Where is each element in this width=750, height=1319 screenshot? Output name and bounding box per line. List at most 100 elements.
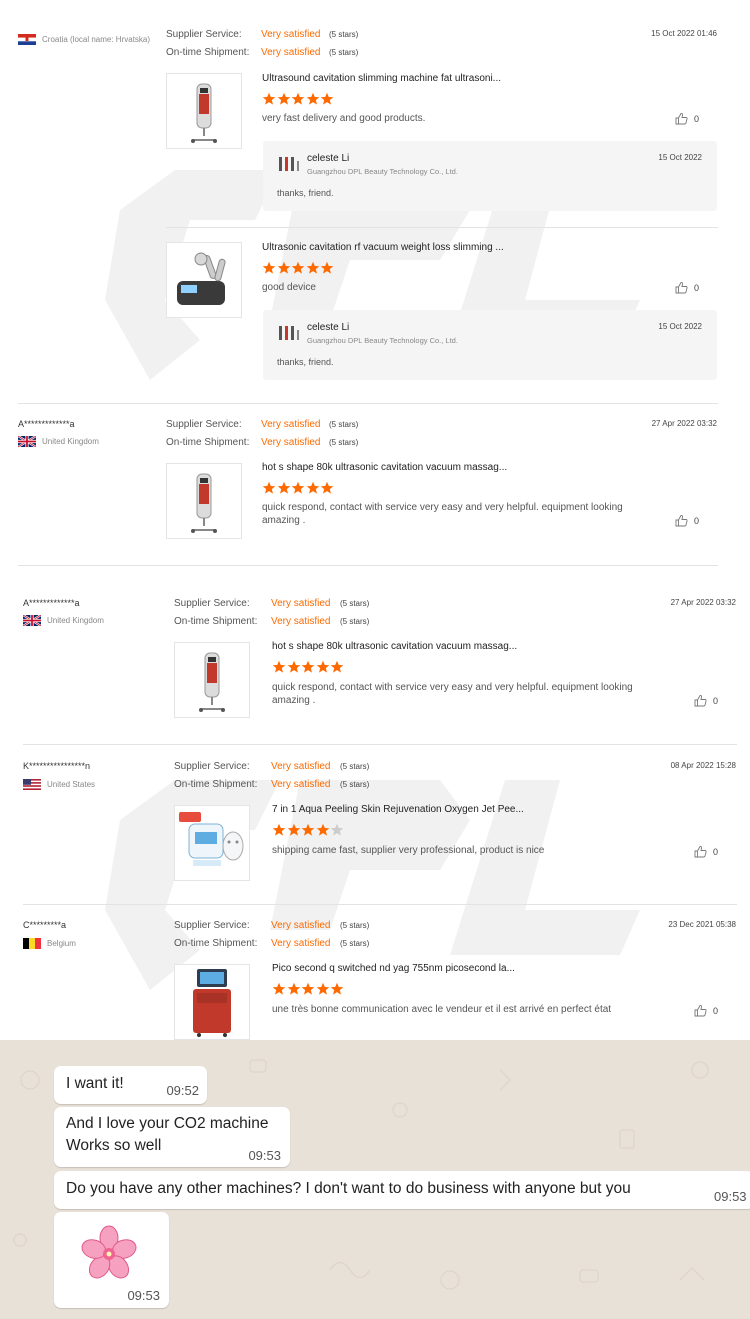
product-title[interactable]: 7 in 1 Aqua Peeling Skin Rejuvenation Ox… bbox=[272, 804, 524, 815]
product-title[interactable]: hot s shape 80k ultrasonic cavitation va… bbox=[262, 462, 507, 473]
like-button[interactable]: 0 bbox=[675, 281, 699, 294]
review-date: 15 Oct 2022 01:46 bbox=[651, 29, 717, 38]
star-icon bbox=[301, 660, 315, 673]
reply-author: celeste Li bbox=[307, 153, 350, 164]
reply-text: thanks, friend. bbox=[277, 357, 334, 367]
star-icon bbox=[262, 481, 276, 494]
ontime-shipment-value: Very satisfied bbox=[261, 437, 321, 448]
product-thumbnail[interactable] bbox=[174, 805, 250, 881]
croatia-flag-icon bbox=[18, 34, 36, 45]
chat-conversation: I want it! 09:52 And I love your CO2 mac… bbox=[0, 1040, 750, 1319]
s-shape-machine-image bbox=[191, 473, 217, 533]
review-divider bbox=[23, 744, 737, 745]
like-button[interactable]: 0 bbox=[675, 112, 699, 125]
supplier-service-label: Supplier Service: bbox=[166, 29, 242, 40]
reply-date: 15 Oct 2022 bbox=[658, 322, 702, 331]
review-text: shipping came fast, supplier very profes… bbox=[272, 845, 545, 856]
chat-message[interactable]: And I love your CO2 machine Works so wel… bbox=[54, 1107, 290, 1167]
message-time: 09:53 bbox=[127, 1288, 160, 1303]
s-shape-machine-image bbox=[199, 652, 225, 712]
reviews-panel: Croatia (local name: Hrvatska) Supplier … bbox=[0, 0, 750, 1040]
star-icon bbox=[301, 982, 315, 995]
supplier-service-value: Very satisfied bbox=[261, 419, 321, 430]
star-icon bbox=[306, 92, 319, 105]
star-icon bbox=[277, 92, 290, 105]
supplier-service-stars: (5 stars) bbox=[329, 420, 359, 429]
thumbs-up-icon bbox=[675, 112, 688, 125]
chat-sticker-message[interactable]: 09:53 bbox=[54, 1212, 169, 1308]
buyer-name: A*************a bbox=[23, 598, 80, 608]
product-rating bbox=[262, 481, 335, 495]
reply-author: celeste Li bbox=[307, 322, 350, 333]
ontime-shipment-stars: (5 stars) bbox=[340, 780, 370, 789]
review-text: good device bbox=[262, 282, 316, 293]
product-thumbnail[interactable] bbox=[174, 964, 250, 1040]
product-thumbnail[interactable] bbox=[166, 242, 242, 318]
product-thumbnail[interactable] bbox=[166, 463, 242, 539]
star-icon bbox=[277, 261, 290, 274]
supplier-service-label: Supplier Service: bbox=[166, 419, 242, 430]
star-icon bbox=[330, 823, 344, 836]
like-button[interactable]: 0 bbox=[694, 845, 718, 858]
buyer-country: United States bbox=[23, 779, 95, 790]
ontime-shipment-label: On-time Shipment: bbox=[166, 437, 250, 448]
product-rating bbox=[262, 261, 335, 275]
star-icon bbox=[320, 261, 334, 274]
buyer-country: United Kingdom bbox=[18, 436, 99, 447]
cavitation-machine-image bbox=[191, 83, 217, 143]
like-button[interactable]: 0 bbox=[694, 694, 718, 707]
thumbs-up-icon bbox=[675, 281, 688, 294]
star-icon bbox=[320, 92, 334, 105]
chat-message[interactable]: I want it! 09:52 bbox=[54, 1066, 207, 1104]
star-icon bbox=[287, 823, 300, 836]
reply-text: thanks, friend. bbox=[277, 188, 334, 198]
supplier-service-label: Supplier Service: bbox=[174, 598, 250, 609]
review-text: very fast delivery and good products. bbox=[262, 113, 426, 124]
supplier-service-stars: (5 stars) bbox=[329, 30, 359, 39]
review-text-line2: amazing . bbox=[262, 515, 306, 526]
supplier-logo-icon bbox=[279, 157, 299, 171]
supplier-reply: celeste Li Guangzhou DPL Beauty Technolo… bbox=[263, 141, 717, 211]
star-icon bbox=[291, 92, 305, 105]
ontime-shipment-label: On-time Shipment: bbox=[166, 47, 250, 58]
review-card: K****************n United States Supplie… bbox=[0, 746, 750, 904]
product-title[interactable]: Pico second q switched nd yag 755nm pico… bbox=[272, 963, 515, 974]
supplier-service-value: Very satisfied bbox=[261, 29, 321, 40]
review-date: 23 Dec 2021 05:38 bbox=[668, 920, 736, 929]
star-icon bbox=[291, 481, 305, 494]
star-icon bbox=[262, 261, 276, 274]
supplier-reply: celeste Li Guangzhou DPL Beauty Technolo… bbox=[263, 310, 717, 380]
message-time: 09:53 bbox=[714, 1189, 747, 1204]
buyer-country: United Kingdom bbox=[23, 615, 104, 626]
review-text-line1: quick respond, contact with service very… bbox=[262, 502, 623, 513]
like-button[interactable]: 0 bbox=[675, 514, 699, 527]
message-time: 09:53 bbox=[248, 1148, 281, 1163]
buyer-country: Croatia (local name: Hrvatska) bbox=[18, 34, 150, 45]
star-icon bbox=[320, 481, 334, 494]
message-text: Do you have any other machines? I don't … bbox=[66, 1180, 631, 1197]
review-divider bbox=[18, 565, 718, 566]
supplier-service-label: Supplier Service: bbox=[174, 761, 250, 772]
supplier-service-stars: (5 stars) bbox=[340, 762, 370, 771]
supplier-service-value: Very satisfied bbox=[271, 761, 331, 772]
reply-date: 15 Oct 2022 bbox=[658, 153, 702, 162]
supplier-service-stars: (5 stars) bbox=[340, 921, 370, 930]
product-title[interactable]: hot s shape 80k ultrasonic cavitation va… bbox=[272, 641, 517, 652]
buyer-name: C*********a bbox=[23, 920, 67, 930]
supplier-service-label: Supplier Service: bbox=[174, 920, 250, 931]
product-rating bbox=[272, 660, 345, 674]
chat-message[interactable]: Do you have any other machines? I don't … bbox=[54, 1171, 750, 1209]
product-title[interactable]: Ultrasound cavitation slimming machine f… bbox=[262, 73, 501, 84]
product-thumbnail[interactable] bbox=[174, 642, 250, 718]
thumbs-up-icon bbox=[694, 1004, 707, 1017]
reply-company: Guangzhou DPL Beauty Technology Co., Ltd… bbox=[307, 336, 458, 345]
star-icon bbox=[272, 823, 286, 836]
star-icon bbox=[306, 261, 319, 274]
review-date: 27 Apr 2022 03:32 bbox=[670, 598, 736, 607]
product-title[interactable]: Ultrasonic cavitation rf vacuum weight l… bbox=[262, 242, 504, 253]
product-thumbnail[interactable] bbox=[166, 73, 242, 149]
message-time: 09:52 bbox=[166, 1083, 199, 1098]
like-button[interactable]: 0 bbox=[694, 1004, 718, 1017]
ontime-shipment-label: On-time Shipment: bbox=[174, 779, 258, 790]
message-text: I want it! bbox=[66, 1075, 124, 1092]
